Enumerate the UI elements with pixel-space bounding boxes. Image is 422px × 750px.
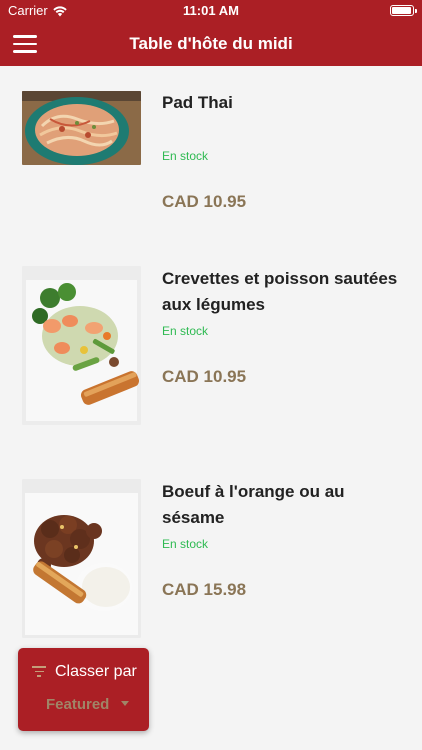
product-image[interactable] <box>22 479 141 638</box>
status-bar: Carrier 11:01 AM <box>0 0 422 22</box>
product-price: CAD 10.95 <box>162 192 247 211</box>
product-image[interactable] <box>22 266 141 425</box>
stock-status: En stock <box>162 324 209 338</box>
sort-label: Classer par <box>55 663 137 680</box>
product-image[interactable] <box>22 91 141 165</box>
product-card[interactable]: Pad Thai En stock CAD 10.95 <box>0 66 422 246</box>
chevron-down-icon <box>121 701 129 706</box>
product-price: CAD 10.95 <box>162 367 247 386</box>
product-price: CAD 15.98 <box>162 580 247 599</box>
product-card[interactable]: Crevettes et poisson sautées aux légumes… <box>0 266 422 446</box>
page-title: Table d'hôte du midi <box>129 34 293 53</box>
battery-fill <box>392 7 411 14</box>
status-time: 11:01 AM <box>183 3 239 18</box>
sort-value[interactable]: Featured <box>46 696 109 713</box>
navigation-bar: Table d'hôte du midi <box>0 22 422 66</box>
battery-icon <box>390 5 417 16</box>
stock-status: En stock <box>162 537 209 551</box>
product-card[interactable]: Boeuf à l'orange ou au sésame En stock C… <box>0 479 422 659</box>
product-name: Pad Thai <box>162 93 233 112</box>
product-name: Crevettes et poisson sautées aux légumes <box>162 269 398 314</box>
product-name: Boeuf à l'orange ou au sésame <box>162 482 345 527</box>
sort-button[interactable]: Classer par Featured <box>18 648 149 731</box>
filter-icon <box>32 666 46 677</box>
stock-status: En stock <box>162 149 209 163</box>
